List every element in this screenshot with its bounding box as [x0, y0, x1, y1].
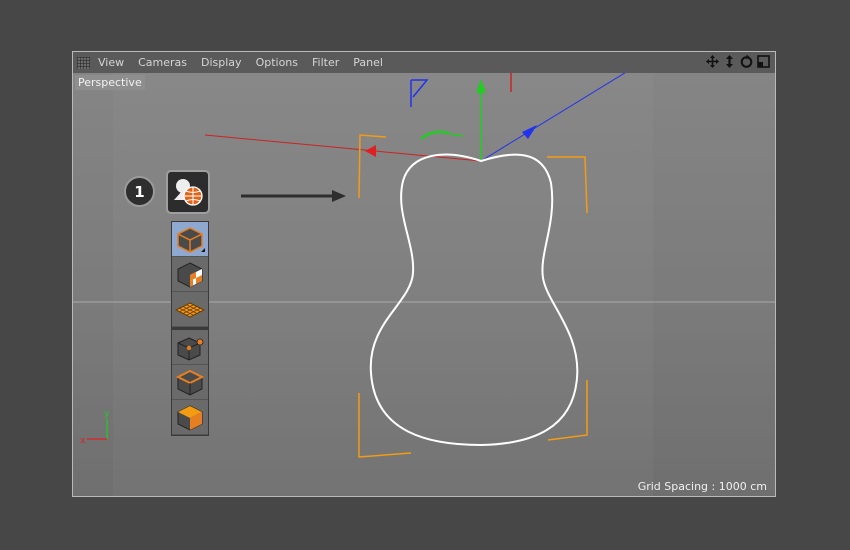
workplane-mode-icon: [175, 302, 205, 318]
move-icon[interactable]: [705, 54, 720, 69]
viewport-menubar: View Cameras Display Options Filter Pane…: [73, 52, 775, 73]
menu-view[interactable]: View: [98, 56, 124, 69]
camera-label[interactable]: Perspective: [75, 75, 145, 90]
annotation-arrow: [241, 190, 346, 202]
object-mode-button[interactable]: [172, 222, 208, 257]
grid-spacing-label: Grid Spacing : 1000 cm: [637, 480, 767, 493]
polygons-mode-icon: [177, 405, 203, 431]
axis-gizmo-x-label: x: [80, 436, 86, 446]
menu-options[interactable]: Options: [256, 56, 298, 69]
polygons-mode-button[interactable]: [172, 400, 208, 435]
object-mode-icon: [177, 227, 205, 253]
maximize-icon[interactable]: [756, 54, 771, 69]
menu-panel[interactable]: Panel: [353, 56, 383, 69]
edges-mode-icon: [175, 369, 205, 396]
menu-cameras[interactable]: Cameras: [138, 56, 187, 69]
panel-grip-icon[interactable]: [77, 56, 90, 69]
viewport-nav-icons: [705, 54, 771, 69]
points-mode-button[interactable]: [172, 330, 208, 365]
menu-display[interactable]: Display: [201, 56, 242, 69]
zoom-icon[interactable]: [722, 54, 737, 69]
texture-mode-button[interactable]: [172, 257, 208, 292]
workplane-mode-button[interactable]: [172, 292, 208, 327]
step-number-badge: 1: [124, 176, 155, 207]
texture-mode-icon: [177, 262, 203, 288]
mode-tool-palette: [171, 221, 209, 436]
mode-tool-button[interactable]: [166, 170, 210, 214]
menu-filter[interactable]: Filter: [312, 56, 339, 69]
mode-tool-icon: [174, 179, 203, 206]
points-mode-icon: [177, 337, 204, 361]
axis-gizmo-y-label: y: [104, 409, 110, 419]
edges-mode-button[interactable]: [172, 365, 208, 400]
rotate-icon[interactable]: [739, 54, 754, 69]
